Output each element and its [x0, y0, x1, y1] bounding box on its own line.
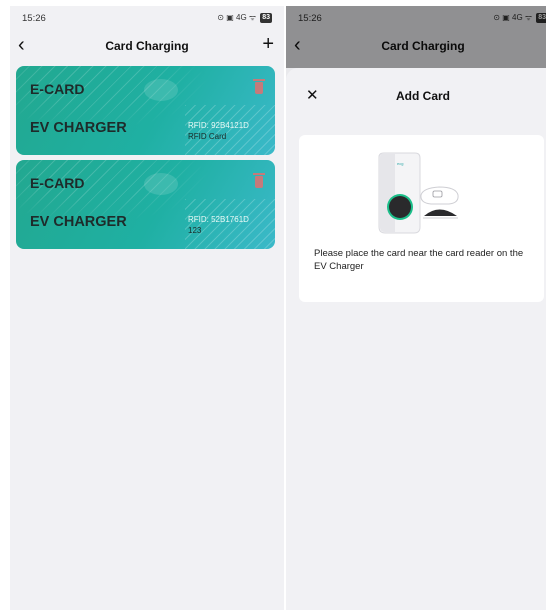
add-card-screen: 15:26 ⊙ ▣ 4G ᯤ 83 ‹ Card Charging + ✕ Ad… [286, 6, 546, 610]
card-item[interactable]: E-CARD EV CHARGER RFID: 52B1761D 123 [16, 160, 275, 249]
card-name: RFID Card [188, 132, 227, 141]
add-card-sheet: ✕ Add Card ecg Please place the card nea… [286, 68, 546, 610]
card-product: EV CHARGER [30, 214, 127, 230]
delete-icon[interactable] [253, 173, 265, 188]
card-item[interactable]: E-CARD EV CHARGER RFID: 92B4121D RFID Ca… [16, 66, 275, 155]
status-icons-text: ⊙ ▣ 4G ᯤ [217, 13, 257, 22]
card-product: EV CHARGER [30, 120, 127, 136]
add-card-button[interactable]: + [262, 33, 274, 55]
sheet-title: Add Card [396, 89, 450, 103]
nav-bar: ‹ Card Charging + [10, 33, 284, 58]
charger-illustration-icon: ecg [378, 152, 459, 234]
card-rfid: RFID: 52B1761D [188, 215, 249, 224]
card-list-screen: 15:26 ⊙ ▣ 4G ᯤ 83 ‹ Card Charging + E-CA… [10, 6, 284, 610]
status-icons: ⊙ ▣ 4G ᯤ 83 [217, 12, 272, 23]
battery-icon: 83 [260, 12, 272, 23]
delete-icon[interactable] [253, 79, 265, 94]
page-title: Card Charging [105, 39, 189, 53]
status-bar: 15:26 ⊙ ▣ 4G ᯤ 83 [10, 6, 284, 30]
status-time: 15:26 [22, 13, 46, 24]
modal-backdrop[interactable] [286, 6, 546, 68]
card-brand: E-CARD [30, 81, 85, 97]
instruction-text: Please place the card near the card read… [314, 248, 524, 272]
svg-text:ecg: ecg [397, 161, 403, 166]
card-brand: E-CARD [30, 175, 85, 191]
card-rfid: RFID: 92B4121D [188, 121, 249, 130]
card-name: 123 [188, 226, 202, 235]
instruction-panel: ecg Please place the card near the card … [299, 135, 544, 302]
